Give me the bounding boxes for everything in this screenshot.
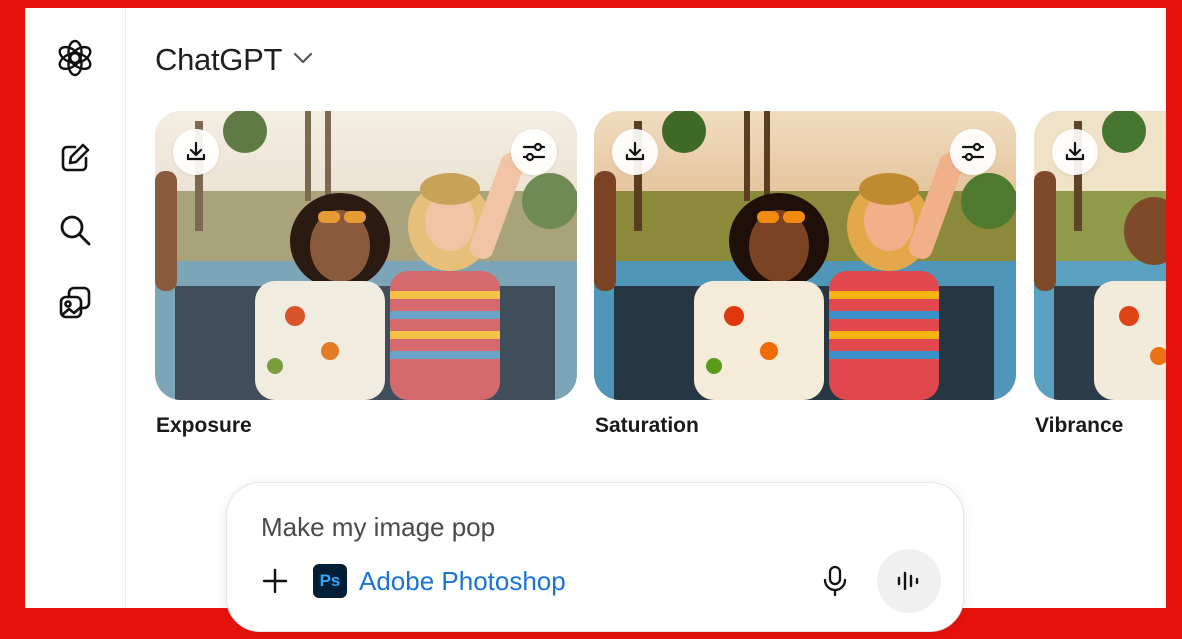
voice-mode-icon [897,571,919,591]
result-card-vibrance[interactable]: Vibrance [1034,111,1166,437]
download-button[interactable] [1052,129,1098,175]
result-image[interactable] [594,111,1016,400]
sidebar [25,8,126,608]
download-icon [1065,141,1085,161]
card-label: Saturation [595,414,699,437]
add-button[interactable] [257,563,293,599]
tool-name: Adobe Photoshop [359,565,566,596]
model-selector[interactable]: ChatGPT [155,38,314,82]
sliders-icon [522,142,546,162]
page-title: ChatGPT [155,42,283,77]
search-icon[interactable] [55,210,95,250]
chevron-down-icon [292,51,314,70]
plus-icon [262,568,288,594]
result-card-saturation[interactable]: Saturation [594,111,1016,437]
adjust-button[interactable] [511,129,557,175]
card-label: Exposure [156,414,252,437]
card-label: Vibrance [1035,414,1124,437]
download-icon [186,141,206,161]
voice-mode-button[interactable] [877,549,941,613]
sliders-icon [961,142,985,162]
microphone-button[interactable] [815,561,855,601]
adjust-button[interactable] [950,129,996,175]
prompt-composer: Ps Adobe Photoshop [226,482,964,632]
openai-logo-icon[interactable] [55,38,95,78]
prompt-input[interactable] [261,507,901,547]
result-card-exposure[interactable]: Exposure [155,111,577,437]
photoshop-logo-icon: Ps [313,564,347,598]
download-button[interactable] [173,129,219,175]
new-chat-icon[interactable] [55,138,95,178]
download-button[interactable] [612,129,658,175]
tool-chip-photoshop[interactable]: Ps Adobe Photoshop [313,563,566,599]
image-library-icon[interactable] [55,283,95,323]
download-icon [625,141,645,161]
result-image[interactable] [155,111,577,400]
microphone-icon [823,565,847,597]
result-image[interactable] [1034,111,1166,400]
